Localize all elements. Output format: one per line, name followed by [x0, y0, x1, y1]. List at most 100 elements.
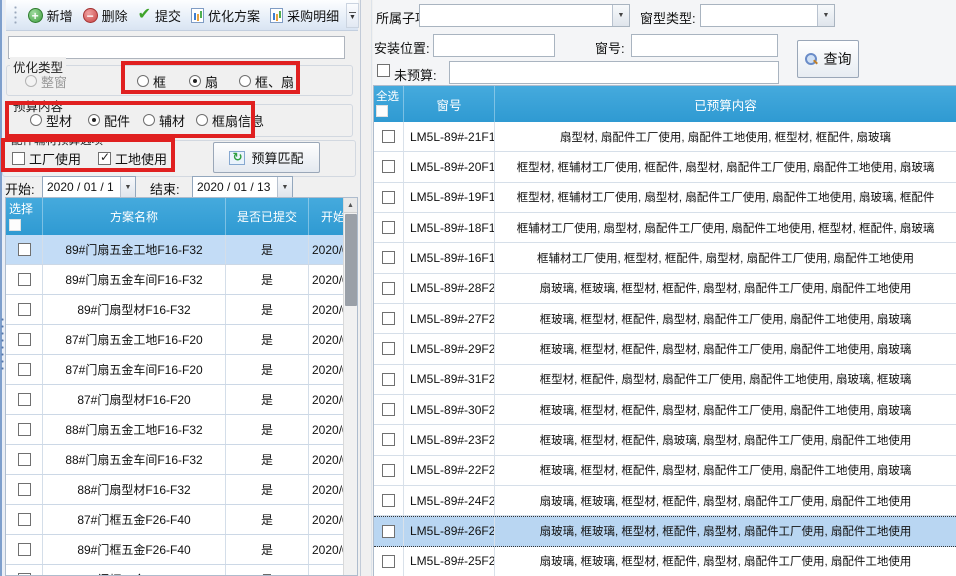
- budget-content-option[interactable]: 配件: [88, 111, 130, 130]
- optimize-plan-button[interactable]: 优化方案: [186, 3, 265, 28]
- table-row[interactable]: 87#门扇型材F16-F20是2020/0: [6, 385, 357, 415]
- table-row[interactable]: LM5L-89#-28F26扇玻璃, 框玻璃, 框型材, 框配件, 扇型材, 扇…: [374, 274, 956, 304]
- table-row[interactable]: LM5L-89#-18F16框辅材工厂使用, 扇型材, 扇配件工厂使用, 扇配件…: [374, 213, 956, 243]
- table-row[interactable]: 89#门扇五金车间F16-F32是2020/0: [6, 265, 357, 295]
- radio-button[interactable]: [143, 114, 155, 126]
- radio-button[interactable]: [189, 75, 201, 87]
- row-checkbox[interactable]: [382, 494, 395, 507]
- chevron-down-icon[interactable]: ▼: [277, 177, 292, 197]
- row-checkbox[interactable]: [18, 453, 31, 466]
- usage-option[interactable]: 工厂使用: [12, 149, 81, 168]
- table-row[interactable]: LM5L-89#-29F27框玻璃, 框型材, 框配件, 扇型材, 扇配件工厂使…: [374, 334, 956, 364]
- query-button[interactable]: 查询: [797, 40, 859, 78]
- usage-option[interactable]: 工地使用: [98, 149, 167, 168]
- row-checkbox[interactable]: [382, 403, 395, 416]
- row-checkbox[interactable]: [382, 251, 395, 264]
- table-row[interactable]: LM5L-89#-25F23扇玻璃, 框玻璃, 框型材, 框配件, 扇型材, 扇…: [374, 547, 956, 576]
- row-checkbox[interactable]: [382, 373, 395, 386]
- table-row[interactable]: 88#门扇型材F16-F32是2020/0: [6, 475, 357, 505]
- table-row[interactable]: LM5L-89#-20F18框型材, 框辅材工厂使用, 框配件, 扇型材, 扇配…: [374, 152, 956, 182]
- table-row[interactable]: 89#门扇型材F16-F32是2020/0: [6, 295, 357, 325]
- row-checkbox[interactable]: [382, 433, 395, 446]
- panel-splitter[interactable]: [360, 0, 361, 576]
- row-checkbox[interactable]: [18, 543, 31, 556]
- sub-item-combo[interactable]: ▼: [419, 4, 630, 27]
- row-checkbox[interactable]: [382, 312, 395, 325]
- row-checkbox[interactable]: [382, 160, 395, 173]
- table-row[interactable]: 87#门框五金F26-F40是2020/0: [6, 505, 357, 535]
- select-all-checkbox[interactable]: [9, 219, 21, 231]
- row-checkbox[interactable]: [382, 191, 395, 204]
- budget-content-option[interactable]: 框扇信息: [196, 111, 264, 130]
- radio-button[interactable]: [30, 114, 42, 126]
- row-checkbox[interactable]: [18, 363, 31, 376]
- window-no-input[interactable]: [631, 34, 778, 57]
- table-row[interactable]: LM5L-89#-21F19扇型材, 扇配件工厂使用, 扇配件工地使用, 框型材…: [374, 122, 956, 152]
- radio-button[interactable]: [137, 75, 149, 87]
- row-checkbox[interactable]: [382, 221, 395, 234]
- plan-search-input[interactable]: [8, 36, 345, 59]
- row-checkbox[interactable]: [18, 273, 31, 286]
- table-row[interactable]: LM5L-89#-24F22扇玻璃, 框玻璃, 框型材, 框配件, 扇型材, 扇…: [374, 486, 956, 516]
- table-row[interactable]: 87#门扇五金工地F16-F20是2020/0: [6, 325, 357, 355]
- table-row[interactable]: 88#门扇五金工地F16-F32是2020/0: [6, 415, 357, 445]
- table-row[interactable]: LM5L-89#-23F21框玻璃, 框型材, 框配件, 扇玻璃, 扇型材, 扇…: [374, 425, 956, 455]
- optimize-type-option[interactable]: 框、扇: [239, 72, 294, 91]
- scroll-up-icon[interactable]: ▲: [344, 198, 357, 213]
- table-row[interactable]: 88#门扇五金车间F16-F32是2020/0: [6, 445, 357, 475]
- no-budget-checkbox[interactable]: [377, 64, 390, 77]
- table-row[interactable]: 89#门框五金F26-F40是2020/0: [6, 535, 357, 565]
- table-row[interactable]: 88#门框五金F21-F40是2020/0: [6, 565, 357, 576]
- end-date-picker[interactable]: 2020 / 01 / 13 ▼: [192, 176, 293, 198]
- row-checkbox[interactable]: [18, 303, 31, 316]
- install-position-input[interactable]: [433, 34, 555, 57]
- radio-button[interactable]: [196, 114, 208, 126]
- budget-match-button[interactable]: 预算匹配: [213, 142, 320, 173]
- row-checkbox[interactable]: [18, 333, 31, 346]
- row-checkbox[interactable]: [382, 464, 395, 477]
- row-checkbox[interactable]: [18, 423, 31, 436]
- select-all-checkbox[interactable]: [376, 105, 388, 117]
- table-row[interactable]: LM5L-89#-16F15框辅材工厂使用, 框型材, 框配件, 扇型材, 扇配…: [374, 243, 956, 273]
- table-row[interactable]: LM5L-89#-31F29框型材, 框配件, 扇型材, 扇配件工厂使用, 扇配…: [374, 365, 956, 395]
- row-checkbox[interactable]: [382, 342, 395, 355]
- checkbox[interactable]: [98, 152, 111, 165]
- row-checkbox[interactable]: [382, 555, 395, 568]
- table-row[interactable]: LM5L-89#-22F20框玻璃, 框型材, 框配件, 扇型材, 扇配件工厂使…: [374, 456, 956, 486]
- submit-button[interactable]: ✔ 提交: [133, 3, 186, 28]
- toolbar-overflow-button[interactable]: ▼: [346, 3, 359, 28]
- row-checkbox[interactable]: [18, 483, 31, 496]
- budget-content-option[interactable]: 型材: [30, 111, 72, 130]
- row-checkbox[interactable]: [382, 130, 395, 143]
- row-checkbox[interactable]: [18, 243, 31, 256]
- row-checkbox[interactable]: [18, 393, 31, 406]
- purchase-detail-button[interactable]: 采购明细 ▼: [265, 3, 358, 28]
- chevron-down-icon[interactable]: ▼: [817, 5, 834, 26]
- splitter-grip[interactable]: [1, 316, 4, 372]
- delete-button[interactable]: − 删除: [78, 3, 133, 28]
- table-row[interactable]: LM5L-89#-27F25框玻璃, 框型材, 框配件, 扇型材, 扇配件工厂使…: [374, 304, 956, 334]
- no-budget-input[interactable]: [449, 61, 779, 84]
- row-checkbox[interactable]: [382, 282, 395, 295]
- radio-button[interactable]: [239, 75, 251, 87]
- vertical-scrollbar[interactable]: ▲: [343, 198, 357, 575]
- row-checkbox[interactable]: [382, 525, 395, 538]
- table-row[interactable]: LM5L-89#-30F28框玻璃, 框型材, 框配件, 扇型材, 扇配件工厂使…: [374, 395, 956, 425]
- budget-content-option[interactable]: 辅材: [143, 111, 185, 130]
- add-button[interactable]: + 新增: [23, 3, 78, 28]
- checkbox[interactable]: [12, 152, 25, 165]
- optimize-type-option[interactable]: 框: [137, 72, 166, 91]
- optimize-type-option[interactable]: 整窗: [25, 72, 67, 91]
- table-row[interactable]: 89#门扇五金工地F16-F32是2020/0: [6, 235, 357, 265]
- scrollbar-thumb[interactable]: [345, 214, 357, 306]
- radio-button[interactable]: [88, 114, 100, 126]
- optimize-type-option[interactable]: 扇: [189, 72, 218, 91]
- table-row[interactable]: LM5L-89#-26F24扇玻璃, 框玻璃, 框型材, 框配件, 扇型材, 扇…: [374, 516, 956, 546]
- start-date-picker[interactable]: 2020 / 01 / 1 ▼: [42, 176, 136, 198]
- table-row[interactable]: LM5L-89#-19F17框型材, 框辅材工厂使用, 扇型材, 扇配件工厂使用…: [374, 183, 956, 213]
- chevron-down-icon[interactable]: ▼: [120, 177, 135, 197]
- row-checkbox[interactable]: [18, 513, 31, 526]
- table-row[interactable]: 87#门扇五金车间F16-F20是2020/0: [6, 355, 357, 385]
- window-type-combo[interactable]: ▼: [700, 4, 835, 27]
- chevron-down-icon[interactable]: ▼: [612, 5, 629, 26]
